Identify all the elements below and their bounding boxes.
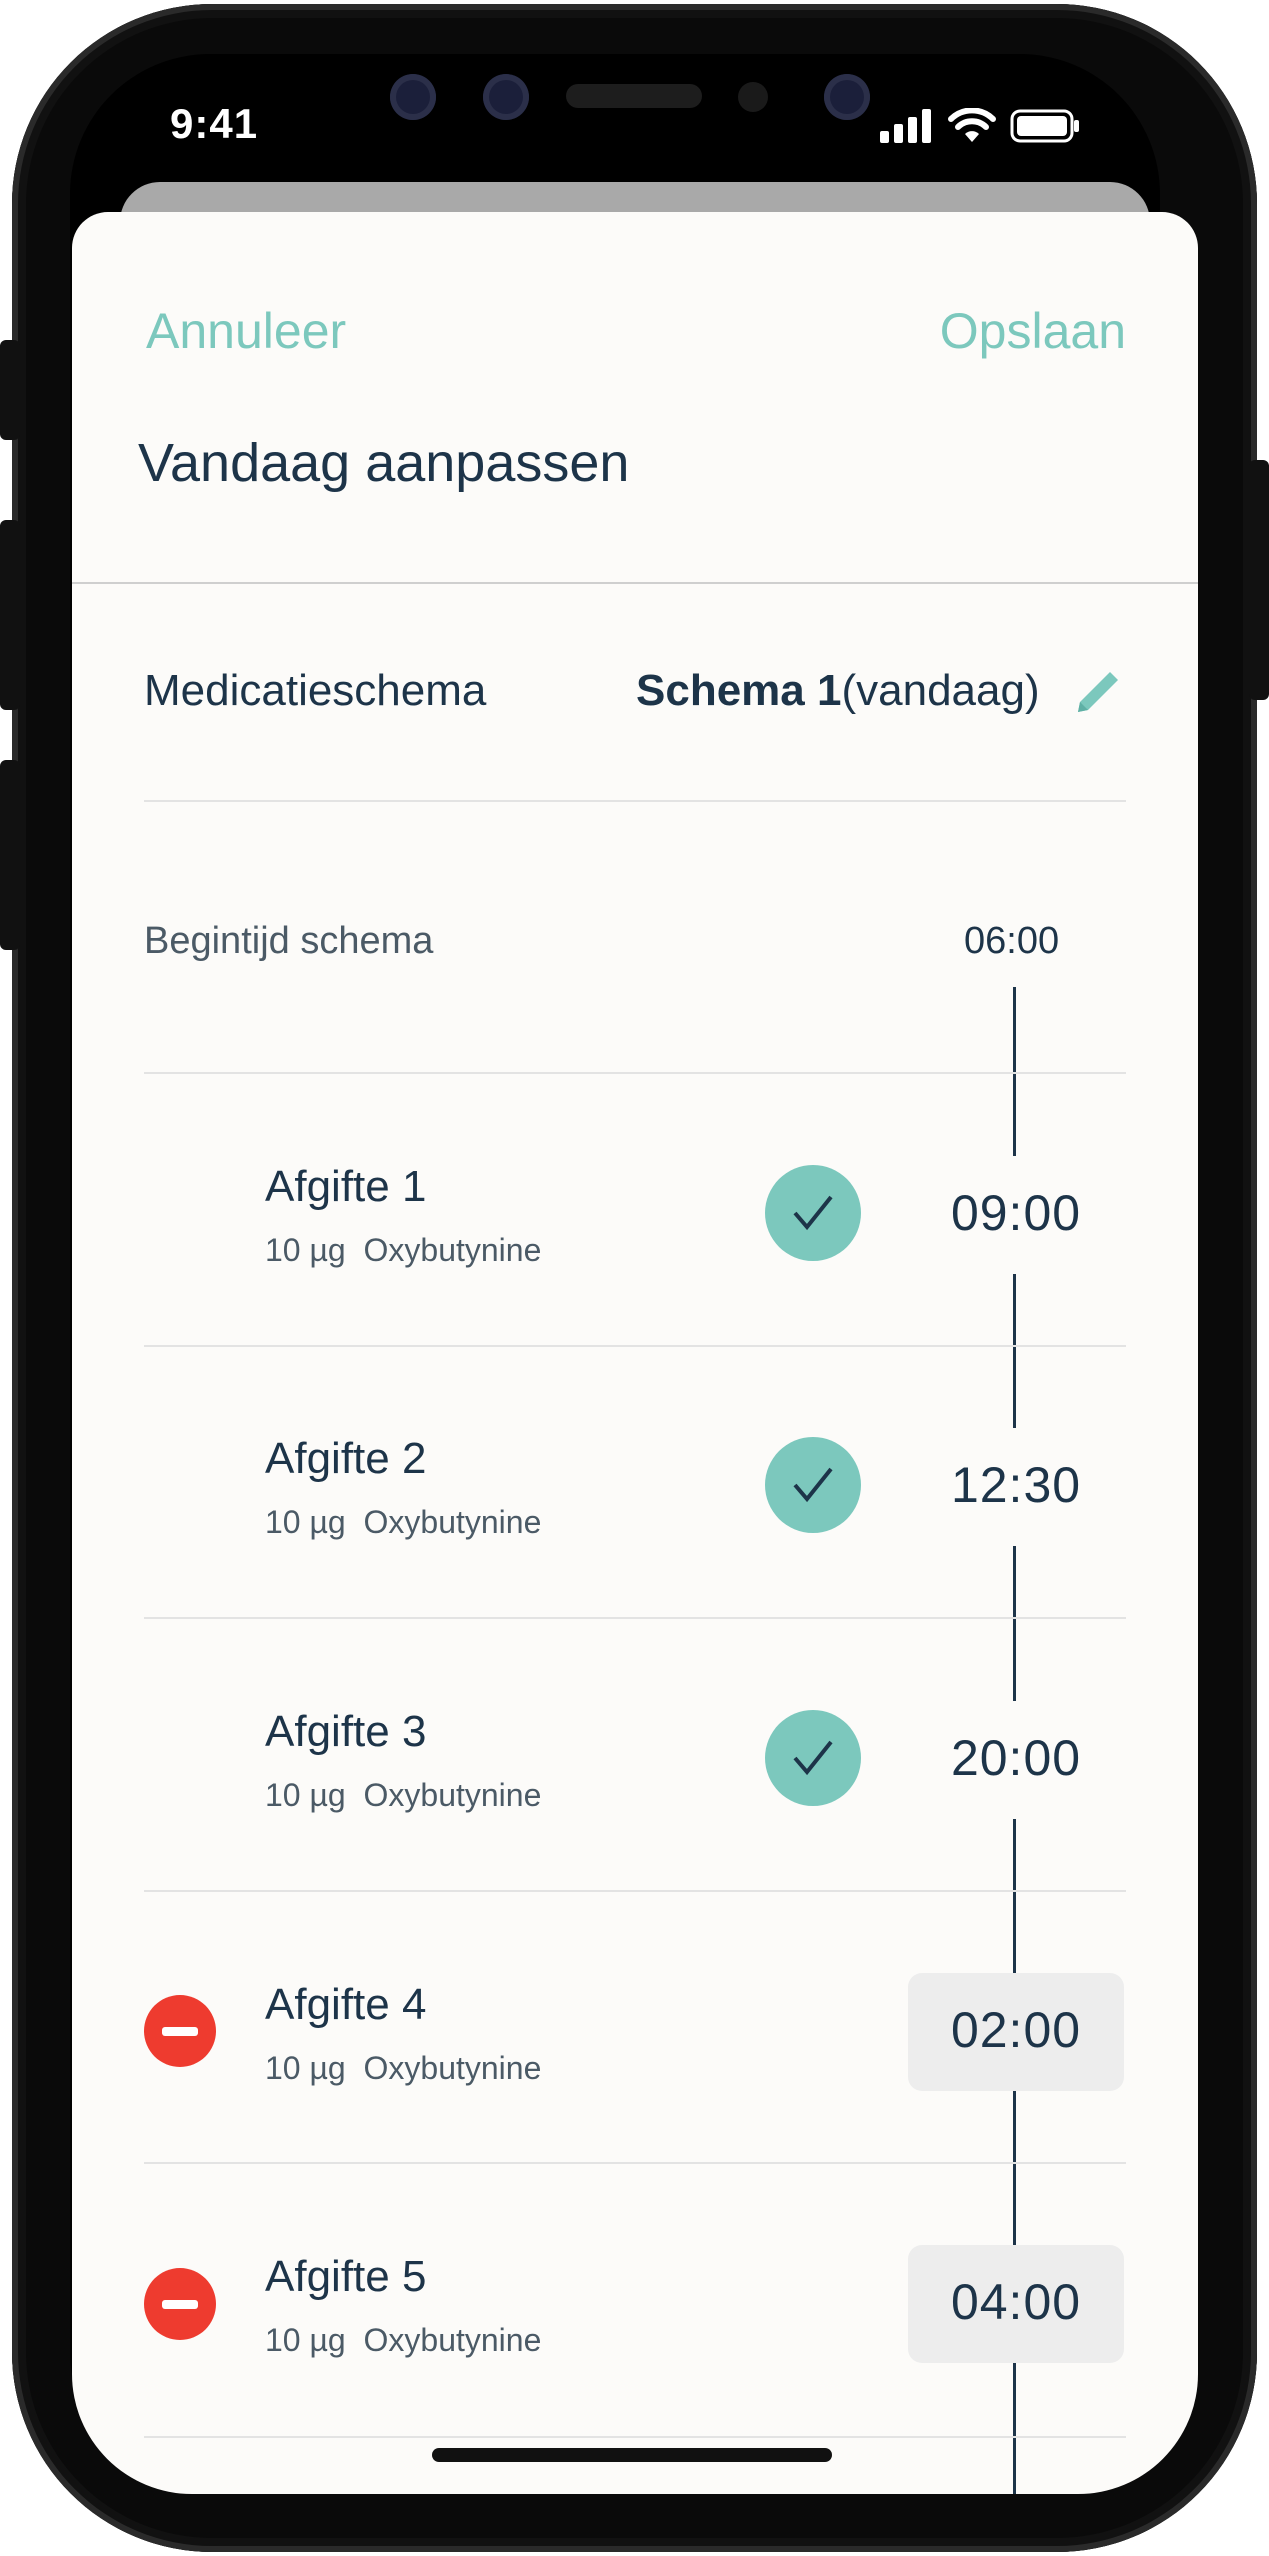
dose-medication: Oxybutynine [363,1232,542,1268]
divider [144,1345,1126,1347]
divider [144,800,1126,802]
dose-medication: Oxybutynine [363,2322,542,2358]
divider [144,1072,1126,1074]
dose-medication: Oxybutynine [363,1504,542,1540]
checkmark-icon [793,1467,833,1503]
home-indicator[interactable] [432,2448,832,2462]
dose-amount: 10 µg [265,2322,346,2358]
dose-time: 12:30 [950,1457,1082,1513]
dose-name: Afgifte 5 [265,2252,427,2301]
dose-amount: 10 µg [265,1777,346,1813]
schema-suffix: (vandaag) [841,666,1040,715]
status-time: 9:41 [170,100,259,147]
power-button [1249,460,1269,700]
dose-time: 02:00 [950,2002,1082,2058]
dose-details: 10 µg Oxybutynine [265,1232,541,1269]
dose-time: 09:00 [950,1185,1082,1241]
divider [144,2162,1126,2164]
page-title: Vandaag aanpassen [138,433,630,493]
divider [144,1617,1126,1619]
schema-value[interactable]: Schema 1(vandaag) [636,666,1040,716]
dose-details: 10 µg Oxybutynine [265,2322,541,2359]
volume-down-button [0,760,20,950]
dose-amount: 10 µg [265,1232,346,1268]
start-time-value: 06:00 [964,920,1060,962]
start-time-label: Begintijd schema [144,920,434,962]
divider [144,1890,1126,1892]
dose-medication: Oxybutynine [363,2050,542,2086]
minus-icon [162,2299,198,2309]
cancel-button[interactable]: Annuleer [146,302,346,360]
dose-done-check [765,1710,861,1806]
dose-name: Afgifte 2 [265,1434,427,1483]
dose-details: 10 µg Oxybutynine [265,2050,541,2087]
minus-icon [162,2026,198,2036]
dose-time: 20:00 [950,1730,1082,1786]
edit-today-sheet: Annuleer Opslaan Vandaag aanpassen Medic… [72,212,1198,2494]
save-button[interactable]: Opslaan [940,302,1126,360]
edit-pencil-icon[interactable] [1070,664,1126,720]
wifi-icon [948,108,996,142]
dose-name: Afgifte 4 [265,1980,427,2029]
dose-done-check [765,1437,861,1533]
battery-icon [1010,109,1079,143]
delete-dose-button[interactable] [144,2268,216,2340]
divider [144,2436,1126,2438]
checkmark-icon [793,1195,833,1231]
mute-switch [0,340,20,440]
dose-medication: Oxybutynine [363,1777,542,1813]
dose-name: Afgifte 3 [265,1707,427,1756]
cellular-signal-icon [880,109,931,143]
dose-details: 10 µg Oxybutynine [265,1504,541,1541]
checkmark-icon [793,1740,833,1776]
header-divider [72,582,1198,584]
delete-dose-button[interactable] [144,1995,216,2067]
schema-label: Medicatieschema [144,666,487,715]
dose-amount: 10 µg [265,1504,346,1540]
dose-name: Afgifte 1 [265,1162,427,1211]
dose-time: 04:00 [950,2274,1082,2330]
dose-details: 10 µg Oxybutynine [265,1777,541,1814]
schema-name: Schema 1 [636,666,842,715]
dose-done-check [765,1165,861,1261]
volume-up-button [0,520,20,710]
dose-amount: 10 µg [265,2050,346,2086]
status-bar: 9:41 [70,90,1160,160]
